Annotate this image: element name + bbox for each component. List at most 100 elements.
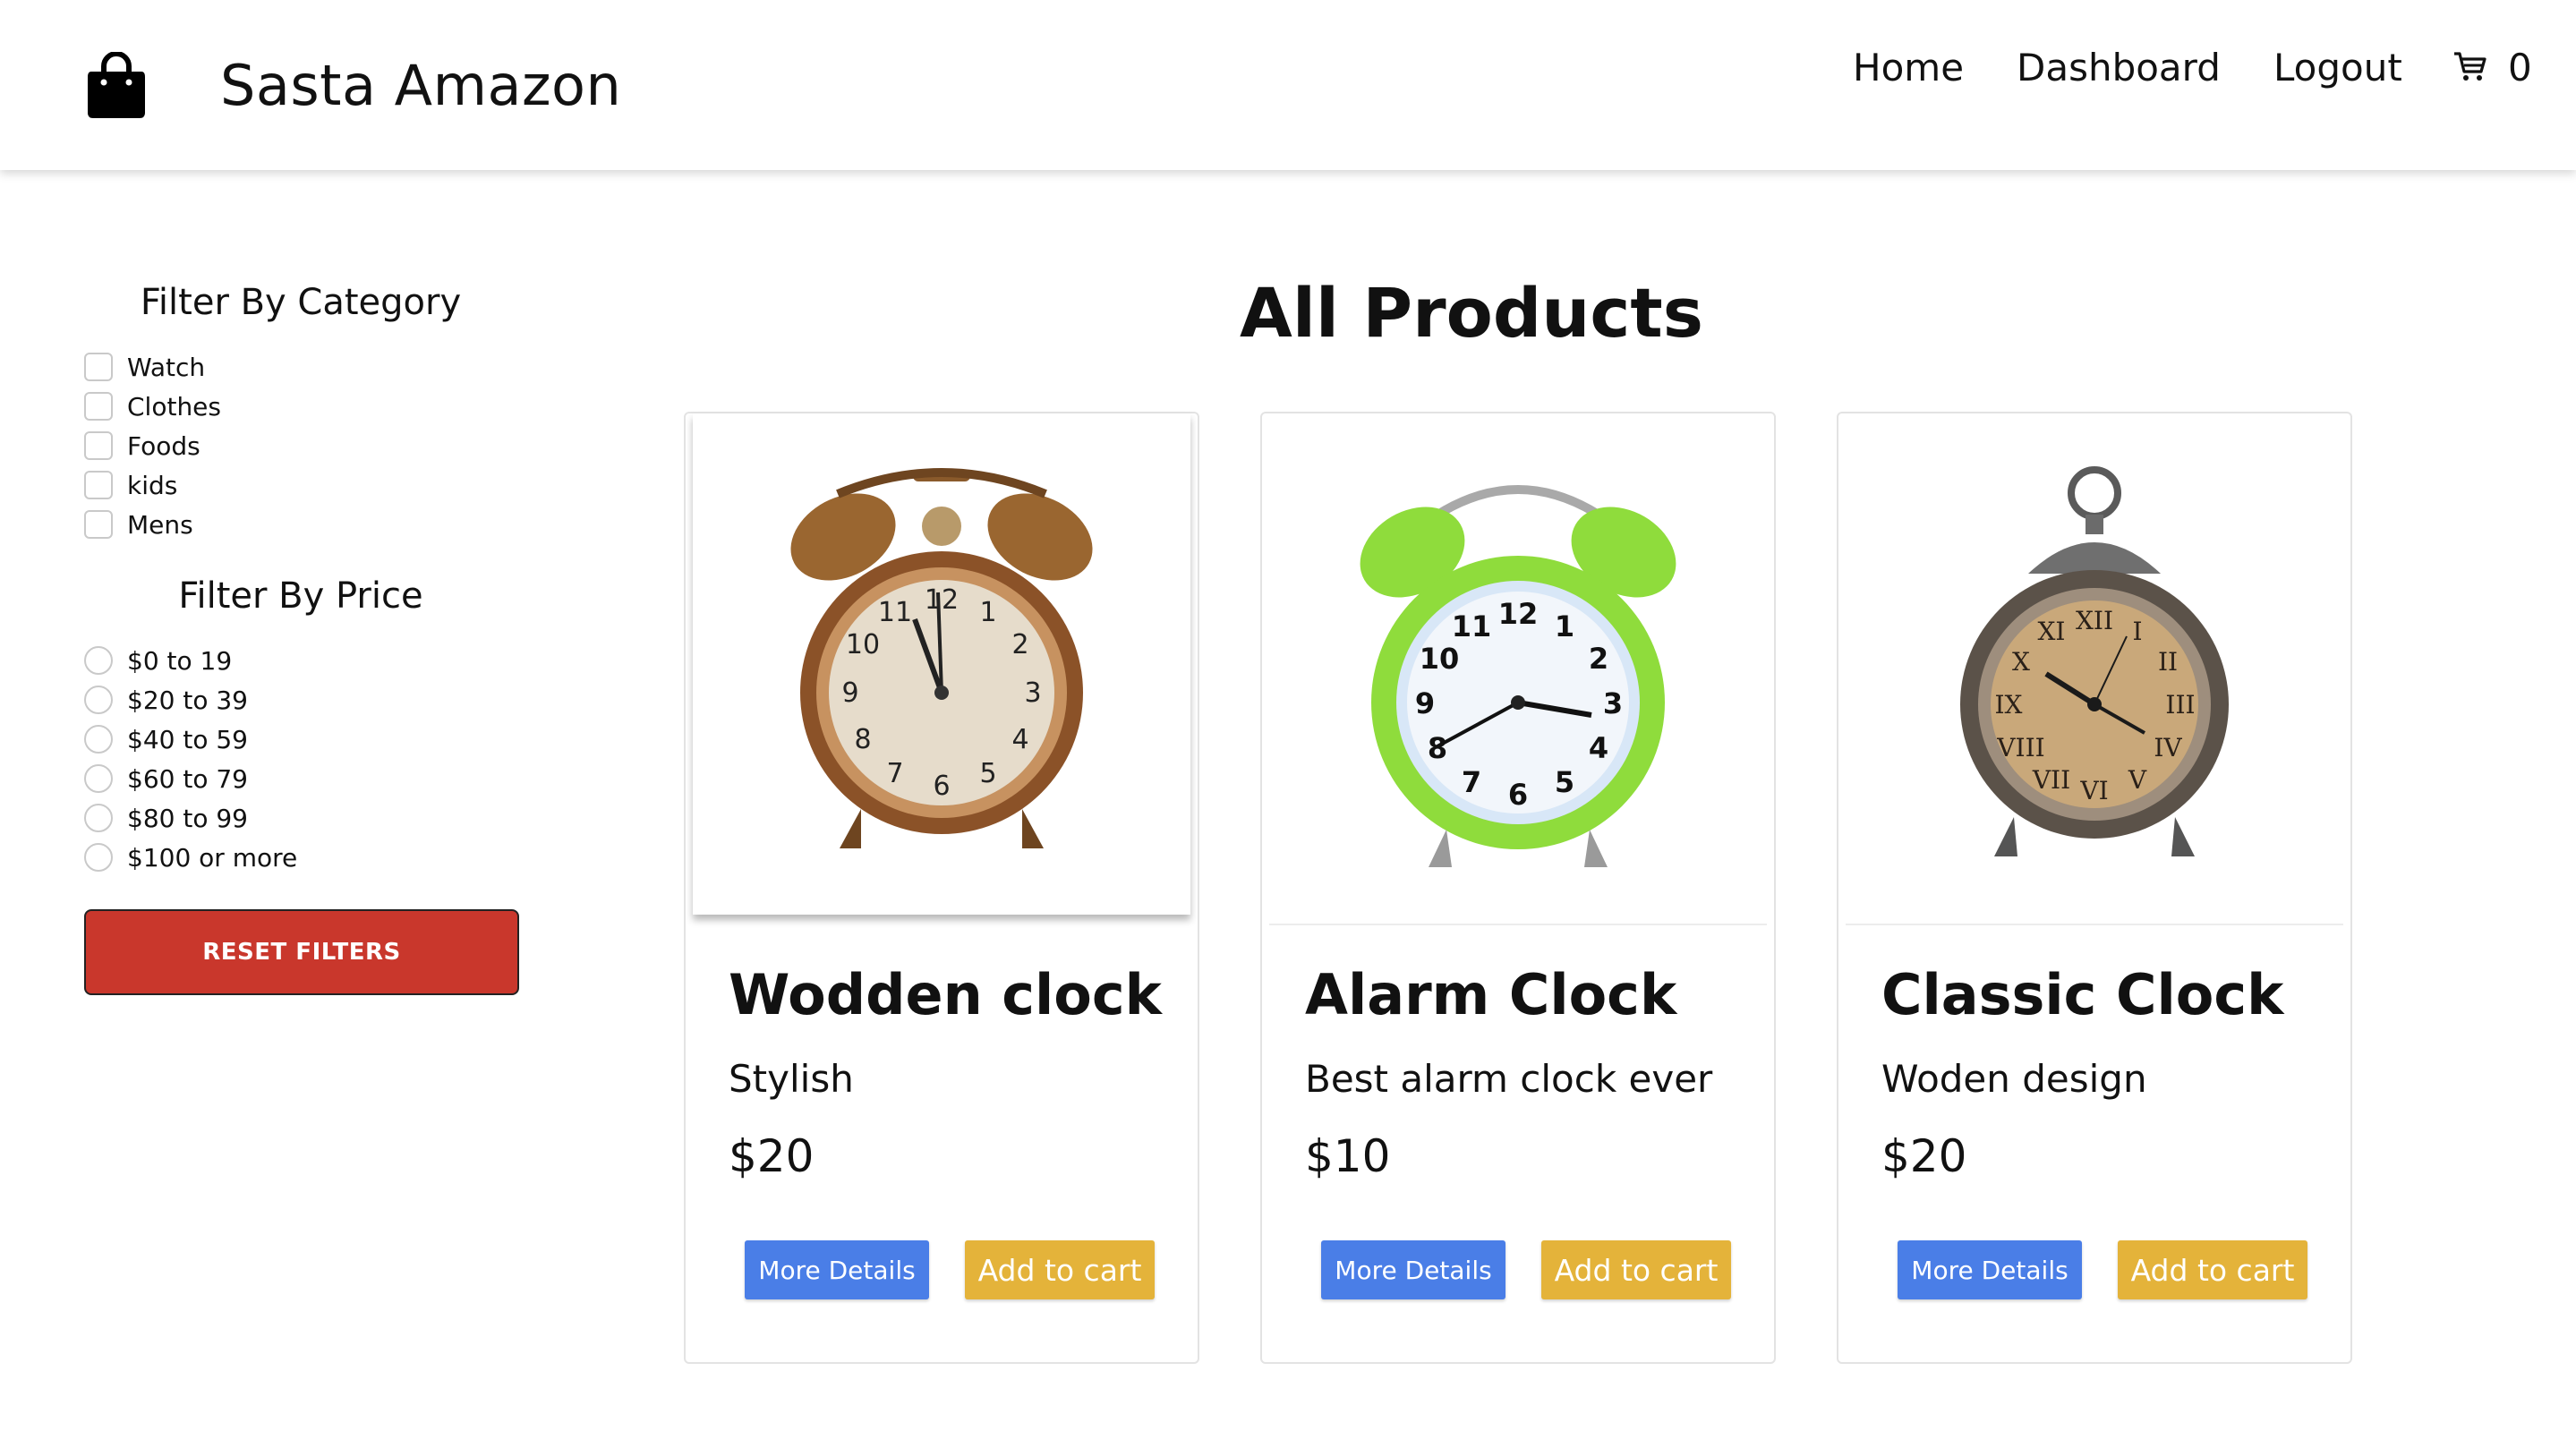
- svg-text:9: 9: [841, 677, 858, 709]
- classic-pocket-clock-image[interactable]: XII I II III IV V VI VII VIII IX X XI: [1846, 413, 2343, 925]
- category-option-kids[interactable]: kids: [84, 467, 177, 503]
- svg-text:12: 12: [1498, 597, 1539, 631]
- product-description: Woden design: [1881, 1057, 2147, 1101]
- svg-text:5: 5: [1555, 765, 1574, 799]
- brand-name[interactable]: Sasta Amazon: [220, 52, 621, 120]
- price-option-40-59[interactable]: $40 to 59: [84, 721, 248, 757]
- svg-text:II: II: [2158, 647, 2178, 677]
- svg-text:1: 1: [979, 597, 996, 628]
- filter-sidebar: Filter By Category Watch Clothes Foods k…: [0, 170, 609, 1448]
- price-label: $20 to 39: [127, 685, 248, 715]
- add-to-cart-button[interactable]: Add to cart: [965, 1240, 1155, 1299]
- nav-home[interactable]: Home: [1853, 43, 1964, 93]
- radio-button[interactable]: [84, 764, 113, 793]
- product-card: 1212 345 678 91011 Alarm Clock Best alar…: [1260, 412, 1776, 1364]
- svg-text:11: 11: [1452, 609, 1492, 643]
- filter-category-title: Filter By Category: [140, 282, 462, 323]
- svg-text:12: 12: [925, 584, 959, 616]
- category-option-mens[interactable]: Mens: [84, 507, 193, 542]
- product-title: Wodden clock: [729, 962, 1162, 1027]
- category-option-watch[interactable]: Watch: [84, 349, 205, 385]
- svg-text:XII: XII: [2076, 606, 2113, 635]
- svg-text:1: 1: [1555, 609, 1574, 643]
- svg-text:10: 10: [1420, 642, 1460, 676]
- category-option-foods[interactable]: Foods: [84, 428, 200, 464]
- price-option-80-99[interactable]: $80 to 99: [84, 800, 248, 836]
- svg-text:4: 4: [1011, 724, 1028, 755]
- svg-text:VI: VI: [2079, 776, 2108, 805]
- shopping-bag-icon[interactable]: [86, 51, 147, 120]
- svg-text:III: III: [2165, 690, 2195, 720]
- price-label: $40 to 59: [127, 724, 248, 754]
- add-to-cart-button[interactable]: Add to cart: [2118, 1240, 2307, 1299]
- svg-text:2: 2: [1589, 642, 1608, 676]
- svg-text:IX: IX: [1995, 690, 2023, 720]
- radio-button[interactable]: [84, 804, 113, 832]
- category-label: Mens: [127, 509, 193, 540]
- checkbox[interactable]: [84, 471, 113, 499]
- filter-price-title: Filter By Price: [178, 575, 423, 617]
- svg-text:7: 7: [1462, 765, 1481, 799]
- price-option-0-19[interactable]: $0 to 19: [84, 643, 232, 678]
- checkbox[interactable]: [84, 431, 113, 460]
- reset-filters-button[interactable]: RESET FILTERS: [84, 909, 519, 995]
- svg-text:5: 5: [979, 758, 996, 789]
- price-option-20-39[interactable]: $20 to 39: [84, 682, 248, 718]
- price-option-60-79[interactable]: $60 to 79: [84, 761, 248, 796]
- svg-text:9: 9: [1415, 686, 1435, 720]
- checkbox[interactable]: [84, 392, 113, 421]
- radio-button[interactable]: [84, 646, 113, 675]
- svg-text:8: 8: [854, 724, 871, 755]
- nav-logout[interactable]: Logout: [2273, 43, 2402, 93]
- product-card: 12 1 2 345 678 9 10 11 Wodden clock Stylish …: [684, 412, 1199, 1364]
- radio-button[interactable]: [84, 843, 113, 872]
- wooden-alarm-clock-image[interactable]: 12 1 2 345 678 9 10 11: [693, 413, 1190, 915]
- category-label: kids: [127, 470, 178, 500]
- category-label: Clothes: [127, 391, 221, 422]
- add-to-cart-button[interactable]: Add to cart: [1541, 1240, 1731, 1299]
- category-label: Watch: [127, 352, 206, 382]
- navbar: Sasta Amazon Home Dashboard Logout 0: [0, 0, 2576, 170]
- svg-text:IV: IV: [2154, 733, 2182, 762]
- nav-dashboard[interactable]: Dashboard: [2017, 43, 2221, 93]
- svg-text:I: I: [2132, 617, 2142, 646]
- page-title: All Products: [1240, 273, 1703, 353]
- cart-icon: [2452, 48, 2488, 88]
- price-label: $0 to 19: [127, 645, 233, 676]
- product-price: $10: [1305, 1130, 1391, 1182]
- svg-text:V: V: [2128, 765, 2147, 795]
- cart-button[interactable]: 0: [2452, 43, 2532, 93]
- svg-text:3: 3: [1603, 686, 1623, 720]
- svg-text:11: 11: [878, 597, 912, 628]
- checkbox[interactable]: [84, 353, 113, 381]
- svg-text:VIII: VIII: [1996, 733, 2044, 762]
- svg-text:7: 7: [886, 758, 903, 789]
- checkbox[interactable]: [84, 510, 113, 539]
- more-details-button[interactable]: More Details: [1321, 1240, 1506, 1299]
- svg-text:6: 6: [933, 771, 950, 802]
- svg-text:4: 4: [1589, 731, 1608, 765]
- product-price: $20: [729, 1130, 815, 1182]
- product-description: Best alarm clock ever: [1305, 1057, 1713, 1101]
- green-alarm-clock-image[interactable]: 1212 345 678 91011: [1269, 413, 1767, 925]
- svg-text:6: 6: [1508, 778, 1528, 812]
- svg-text:VII: VII: [2032, 765, 2070, 795]
- product-title: Alarm Clock: [1305, 962, 1677, 1027]
- radio-button[interactable]: [84, 686, 113, 714]
- category-label: Foods: [127, 430, 200, 461]
- more-details-button[interactable]: More Details: [745, 1240, 929, 1299]
- svg-text:X: X: [2012, 647, 2030, 677]
- radio-button[interactable]: [84, 725, 113, 754]
- category-option-clothes[interactable]: Clothes: [84, 388, 221, 424]
- price-option-100-more[interactable]: $100 or more: [84, 839, 297, 875]
- product-card: XII I II III IV V VI VII VIII IX X XI Classic Cl…: [1837, 412, 2352, 1364]
- svg-text:2: 2: [1011, 629, 1028, 660]
- svg-text:XI: XI: [2038, 617, 2066, 646]
- product-title: Classic Clock: [1881, 962, 2284, 1027]
- price-label: $80 to 99: [127, 803, 248, 833]
- price-label: $100 or more: [127, 842, 298, 873]
- svg-text:10: 10: [846, 629, 880, 660]
- more-details-button[interactable]: More Details: [1898, 1240, 2082, 1299]
- product-price: $20: [1881, 1130, 1967, 1182]
- product-description: Stylish: [729, 1057, 854, 1101]
